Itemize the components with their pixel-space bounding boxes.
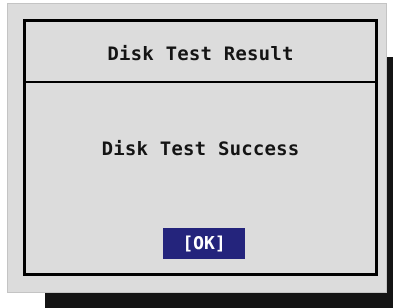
screen: Disk Test Result Disk Test Success [OK]	[0, 0, 393, 308]
dialog-title-bar: Disk Test Result	[26, 22, 375, 83]
ok-button[interactable]: [OK]	[163, 228, 245, 259]
ok-button-label: [OK]	[182, 233, 226, 254]
dialog-title: Disk Test Result	[107, 42, 294, 65]
dialog-message: Disk Test Success	[101, 138, 300, 160]
disk-test-result-dialog: Disk Test Result Disk Test Success [OK]	[23, 19, 378, 276]
